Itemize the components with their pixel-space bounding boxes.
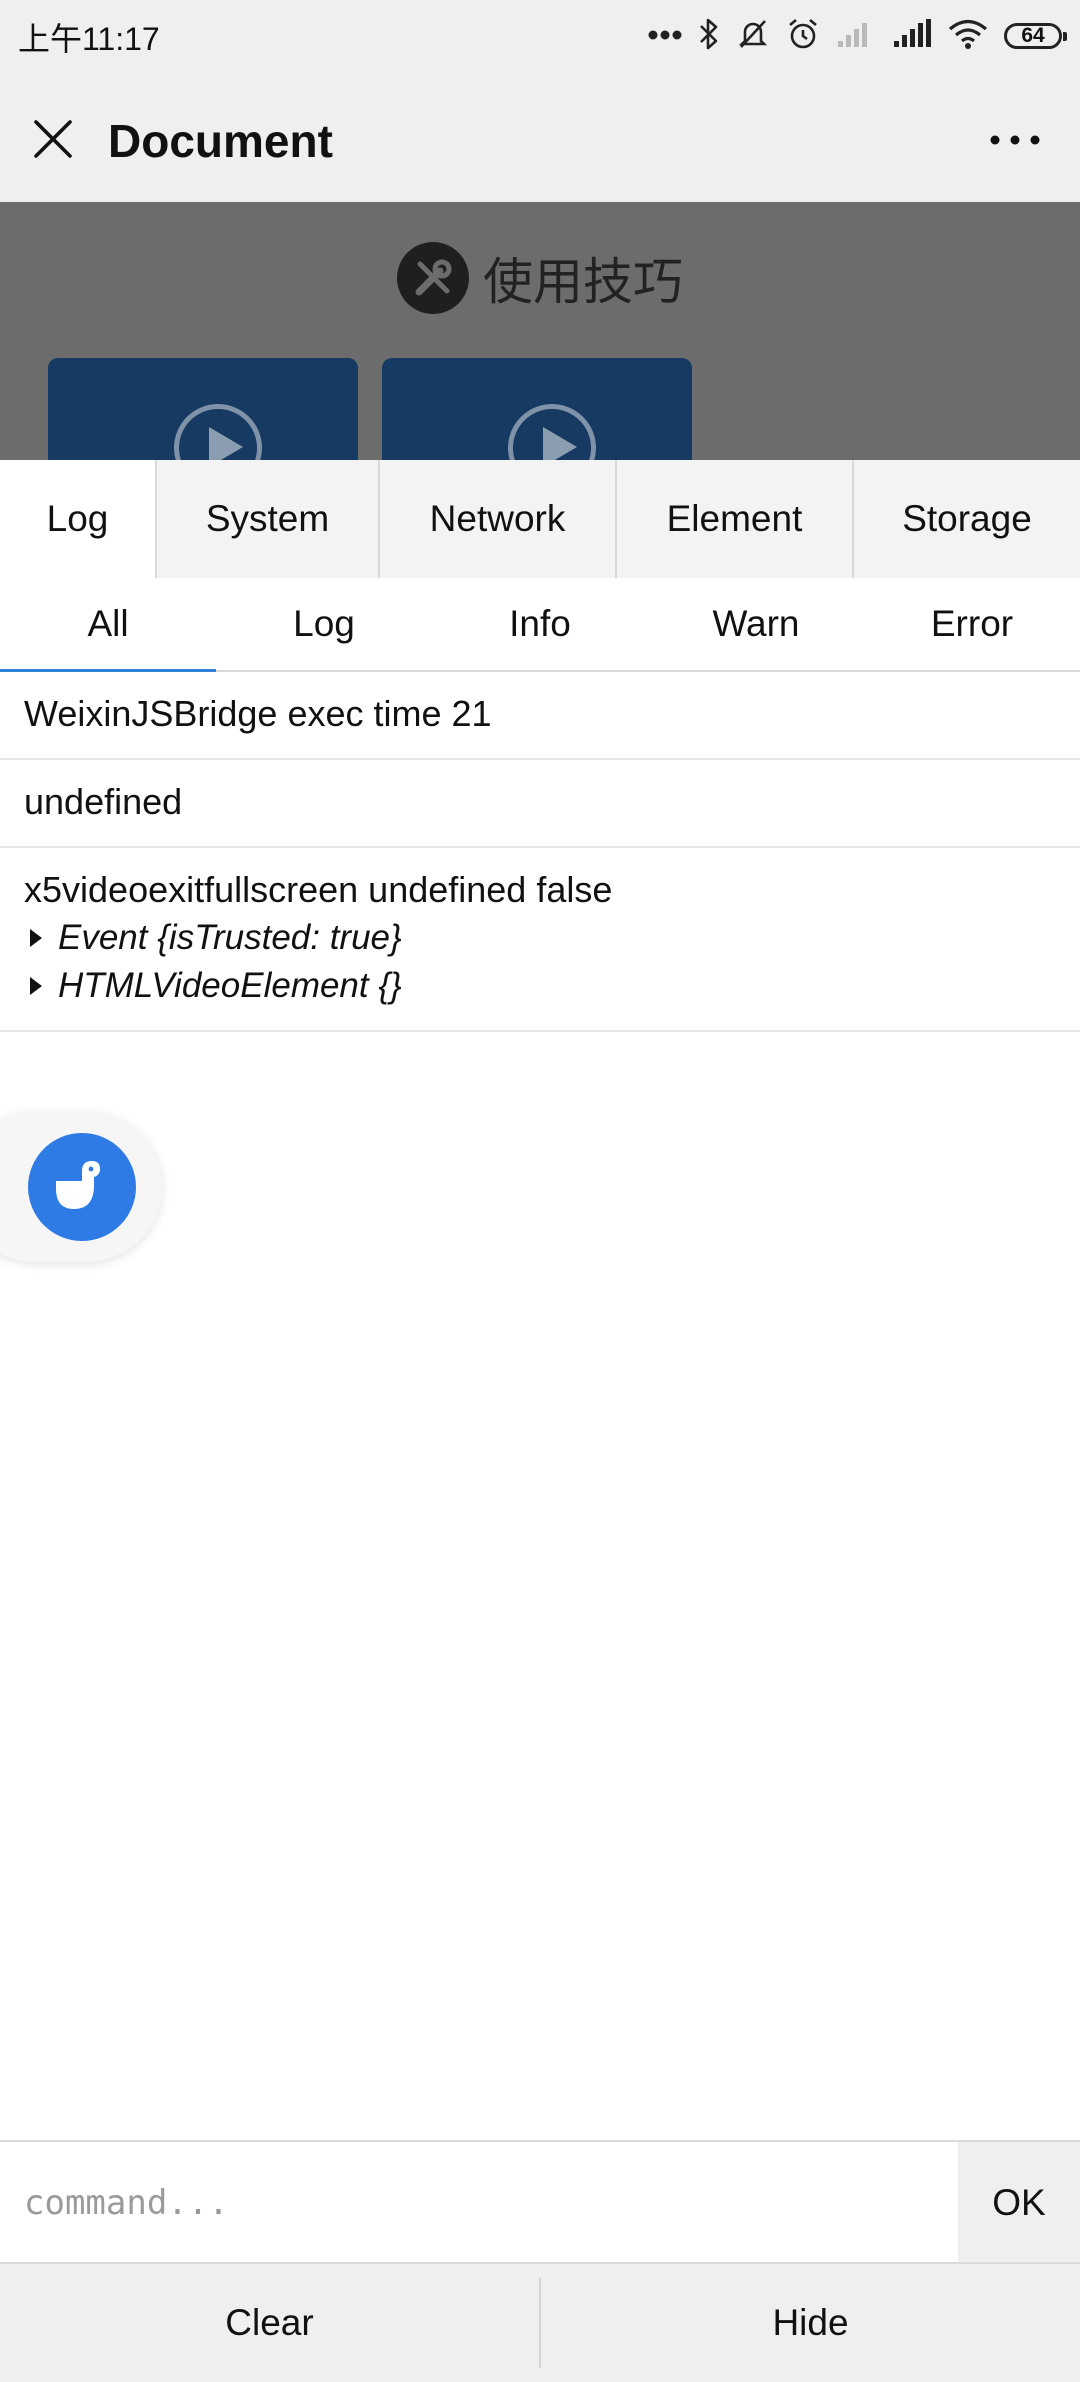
tab-log[interactable]: Log [0,460,157,578]
log-row: undefined [0,760,1080,848]
video-card[interactable] [382,358,692,460]
bluetooth-icon [698,17,720,56]
signal-sim2-icon [892,18,932,54]
log-object-label: HTMLVideoElement {} [58,966,402,1005]
log-text: WeixinJSBridge exec time 21 [24,693,492,734]
command-bar: OK [0,2140,1080,2264]
log-object-event[interactable]: Event {isTrusted: true} [24,914,1056,962]
log-list: WeixinJSBridge exec time 21 undefined x5… [0,672,1080,1032]
wifi-icon [948,18,988,55]
more-button[interactable] [980,112,1050,168]
tab-storage[interactable]: Storage [854,460,1080,578]
subtab-warn[interactable]: Warn [648,578,864,670]
console-panel: Log System Network Element Storage All L… [0,460,1080,2382]
log-object-label: Event {isTrusted: true} [58,918,402,957]
battery-icon: 64 [1004,23,1067,49]
log-text: undefined [24,781,183,822]
command-input[interactable] [0,2142,958,2264]
subtab-error[interactable]: Error [864,578,1080,670]
clear-button[interactable]: Clear [0,2264,539,2382]
bottom-bar: Clear Hide [0,2262,1080,2382]
log-row: x5videoexitfullscreen undefined false Ev… [0,848,1080,1032]
log-object-video-element[interactable]: HTMLVideoElement {} [24,962,1056,1010]
goose-icon [28,1133,136,1241]
log-filter-tabs: All Log Info Warn Error [0,578,1080,672]
close-icon [34,120,72,158]
title-bar: Document [0,72,1080,202]
tab-network[interactable]: Network [380,460,617,578]
more-notifications-icon [648,27,682,45]
subtab-info[interactable]: Info [432,578,648,670]
subtab-all[interactable]: All [0,578,216,672]
page-title: Document [108,115,333,167]
status-bar: 上午11:17 64 [0,0,1080,72]
status-icons: 64 [648,16,1067,56]
floating-assistant-button[interactable] [0,1112,162,1262]
log-text: x5videoexitfullscreen undefined false [24,869,613,910]
page-content: 使用技巧 [0,202,1080,460]
page-heading-text: 使用技巧 [483,253,683,311]
play-icon [508,404,596,460]
tab-system[interactable]: System [157,460,380,578]
expand-caret-icon[interactable] [30,977,42,995]
console-tabs: Log System Network Element Storage [0,460,1080,580]
hide-button[interactable]: Hide [541,2264,1080,2382]
signal-sim1-icon [836,19,876,54]
tools-icon [397,242,469,314]
play-icon [174,404,262,460]
mute-icon [736,17,770,56]
tab-element[interactable]: Element [617,460,854,578]
close-button[interactable] [24,110,82,168]
page-heading: 使用技巧 [0,242,1080,314]
log-row: WeixinJSBridge exec time 21 [0,672,1080,760]
subtab-log[interactable]: Log [216,578,432,670]
expand-caret-icon[interactable] [30,929,42,947]
ok-button[interactable]: OK [958,2142,1080,2264]
video-card[interactable] [48,358,358,460]
more-icon [990,135,1040,145]
status-time: 上午11:17 [18,21,160,57]
alarm-icon [786,17,820,56]
